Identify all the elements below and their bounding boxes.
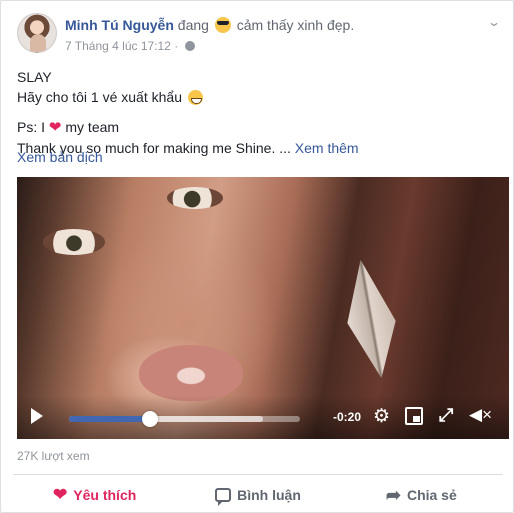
like-button[interactable]: ❤ Yêu thích <box>13 479 176 511</box>
post-body: SLAY Hãy cho tôi 1 vé xuất khẩu Ps: I ❤ … <box>17 67 499 158</box>
body-line-3-suffix: my team <box>65 119 120 135</box>
action-bar: ❤ Yêu thích Bình luận ➦ Chia sẻ <box>13 479 503 511</box>
globe-icon[interactable] <box>184 41 195 51</box>
post-timestamp[interactable]: 7 Tháng 4 lúc 17:12 <box>65 39 171 53</box>
avatar[interactable] <box>17 13 57 53</box>
comment-label: Bình luận <box>237 487 301 503</box>
heart-icon: ❤ <box>53 485 68 504</box>
share-label: Chia sẻ <box>406 487 457 503</box>
post-title-line: Minh Tú Nguyễn đang cảm thấy xinh đẹp. <box>65 17 354 33</box>
time-remaining: -0:20 <box>333 410 362 424</box>
view-count: 27K lượt xem <box>17 449 90 463</box>
heart-icon: ❤ <box>48 119 62 136</box>
video-controls: -0:20 ⚙ ⤢ ◀× <box>17 395 509 439</box>
feeling-prefix: đang <box>177 17 209 33</box>
gear-icon[interactable]: ⚙ <box>373 407 390 426</box>
like-label: Yêu thích <box>73 487 137 503</box>
video-progress-bar[interactable] <box>69 411 300 427</box>
chevron-down-icon[interactable]: ⌄ <box>487 15 501 29</box>
post-header: Minh Tú Nguyễn đang cảm thấy xinh đẹp. 7… <box>17 13 501 57</box>
body-line-2: Hãy cho tôi 1 vé xuất khẩu <box>17 87 499 107</box>
grinning-face-emoji-icon <box>187 90 203 105</box>
picture-in-picture-icon[interactable] <box>405 407 423 425</box>
divider <box>13 474 503 475</box>
comment-icon <box>215 488 232 506</box>
mute-icon[interactable]: ◀× <box>469 405 492 425</box>
video-player[interactable]: -0:20 ⚙ ⤢ ◀× <box>17 177 509 439</box>
body-line-3-prefix: Ps: I <box>17 119 46 135</box>
body-line-3: Ps: I ❤ my team <box>17 117 499 138</box>
video-frame-detail <box>167 187 223 209</box>
see-translation-link[interactable]: Xem bản dịch <box>17 149 103 165</box>
share-icon: ➦ <box>385 484 401 505</box>
video-scrubber-handle[interactable] <box>141 411 158 427</box>
video-frame-detail <box>337 256 405 383</box>
meta-separator: · <box>174 39 179 53</box>
fullscreen-icon[interactable]: ⤢ <box>439 406 453 424</box>
body-line-1: SLAY <box>17 69 52 85</box>
feeling-text[interactable]: cảm thấy xinh đẹp. <box>237 17 355 33</box>
post-card: Minh Tú Nguyễn đang cảm thấy xinh đẹp. 7… <box>0 0 514 513</box>
video-frame-detail <box>43 229 105 255</box>
body-line-2-text: Hãy cho tôi 1 vé xuất khẩu <box>17 89 182 105</box>
play-icon[interactable] <box>31 408 43 424</box>
video-played-bar <box>69 416 150 422</box>
see-more-link[interactable]: Xem thêm <box>295 140 359 156</box>
cool-face-emoji-icon <box>214 17 231 33</box>
video-frame-detail <box>139 345 243 401</box>
comment-button[interactable]: Bình luận <box>176 479 339 511</box>
author-name[interactable]: Minh Tú Nguyễn <box>65 17 174 33</box>
post-meta: 7 Tháng 4 lúc 17:12 · <box>65 39 195 53</box>
share-button[interactable]: ➦ Chia sẻ <box>340 479 503 511</box>
